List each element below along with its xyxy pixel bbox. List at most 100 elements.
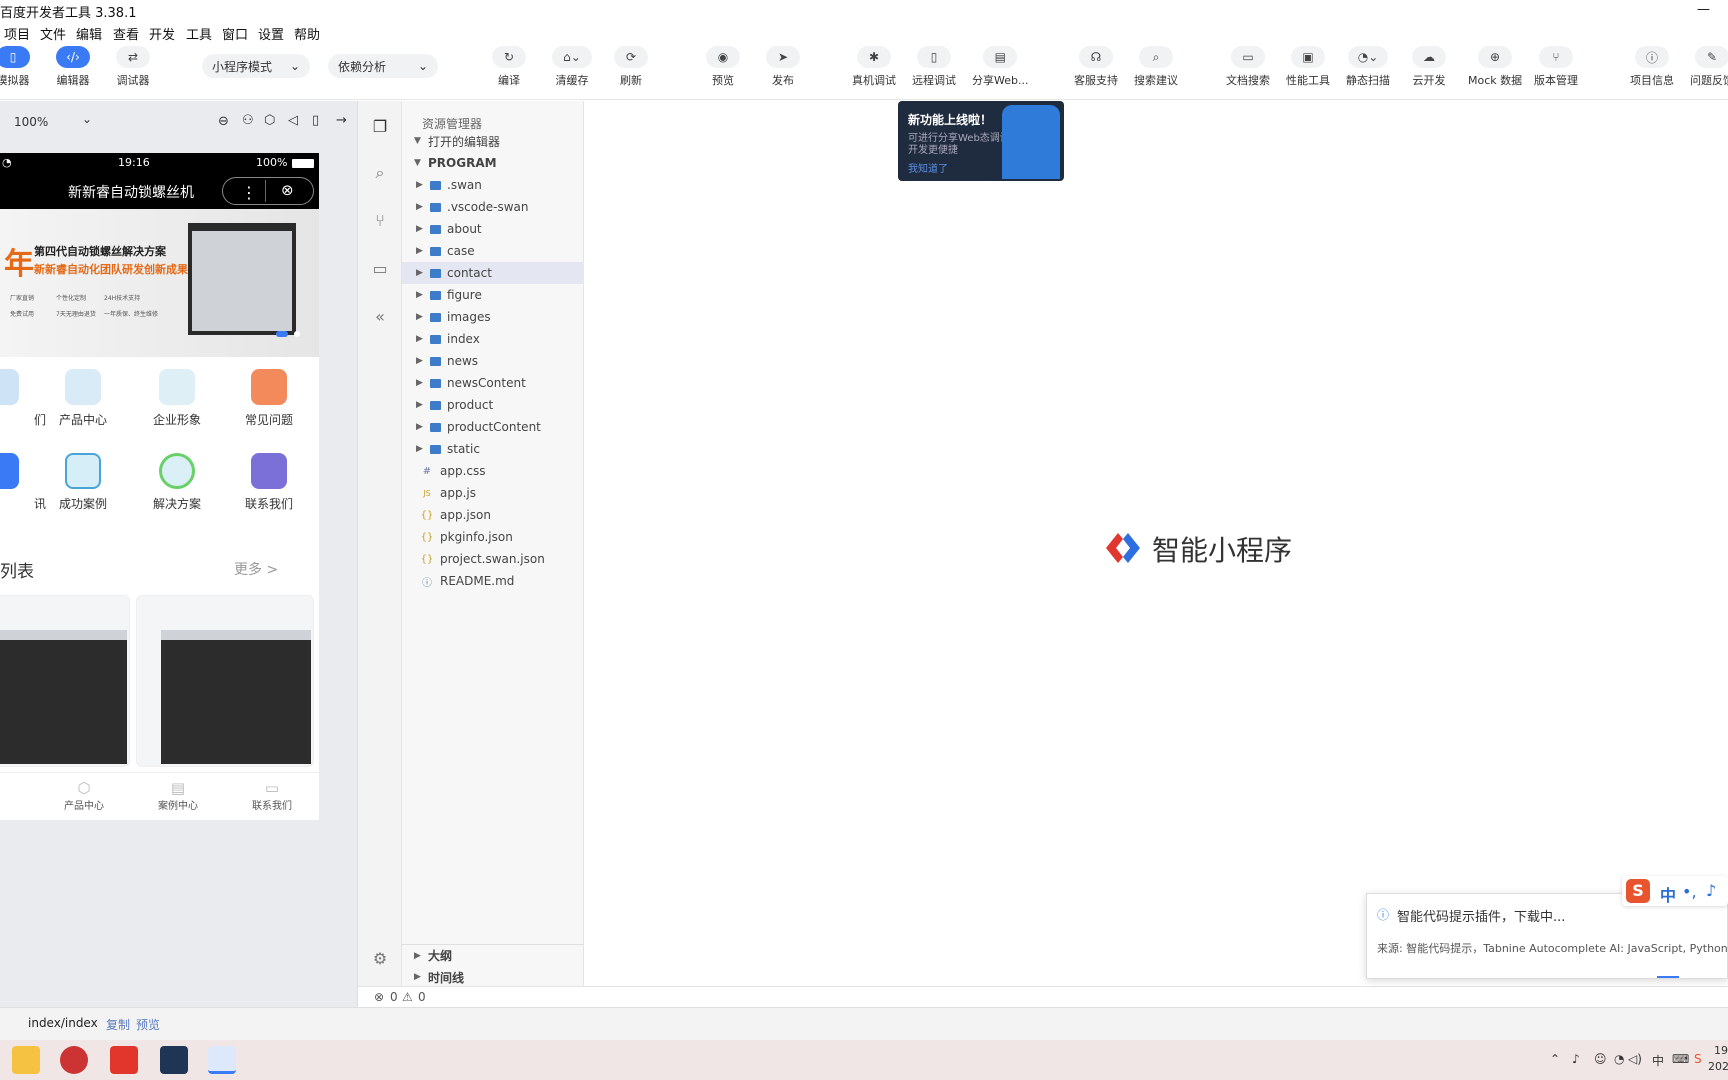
folder-images[interactable]: ▶ images xyxy=(402,306,584,328)
swan-devtools-icon[interactable] xyxy=(208,1046,236,1074)
product-card[interactable] xyxy=(0,595,130,767)
sound-icon[interactable]: ◁ xyxy=(288,113,298,128)
file-readme[interactable]: ⓘ README.md xyxy=(402,570,584,592)
grid-solutions[interactable]: 解决方案 xyxy=(132,453,222,512)
device-debug-button[interactable]: ✱ 真机调试 xyxy=(852,46,896,88)
folder-figure[interactable]: ▶ figure xyxy=(402,284,584,306)
more-icon[interactable]: ⋮ xyxy=(241,183,257,202)
folder-static[interactable]: ▶ static xyxy=(402,438,584,460)
folder-index[interactable]: ▶ index xyxy=(402,328,584,350)
folder-case[interactable]: ▶ case xyxy=(402,240,584,262)
punct-icon[interactable]: •, xyxy=(1682,882,1697,901)
timeline-header[interactable]: ▶ 时间线 xyxy=(402,966,584,988)
folder-contact[interactable]: ▶ contact xyxy=(402,262,584,284)
banner-carousel[interactable]: 年 第四代自动锁螺丝解决方案 新新睿自动化团队研发创新成果 厂家直销 个性化定制… xyxy=(0,209,319,357)
app-icon[interactable] xyxy=(60,1046,88,1074)
source-control-icon[interactable]: ⑂ xyxy=(370,211,390,231)
file-app-json[interactable]: {} app.json xyxy=(402,504,584,526)
arrow-right-icon[interactable]: → xyxy=(336,113,347,128)
perf-tools-button[interactable]: ▣ 性能工具 xyxy=(1286,46,1330,88)
preview-path-button[interactable]: 预览 xyxy=(136,1016,160,1033)
swan-icon[interactable]: « xyxy=(370,307,390,327)
project-info-button[interactable]: ⓘ 项目信息 xyxy=(1630,46,1674,88)
menu-help[interactable]: 帮助 xyxy=(294,24,320,43)
settings-gear-icon[interactable]: ⚙ xyxy=(370,949,390,969)
file-project-swan-json[interactable]: {} project.swan.json xyxy=(402,548,584,570)
debugger-button[interactable]: ⇄ 调试器 xyxy=(116,46,150,88)
preview-button[interactable]: ◉ 预览 xyxy=(706,46,740,88)
editor-button[interactable]: ‹/› 编辑器 xyxy=(56,46,90,88)
folder-news[interactable]: ▶ news xyxy=(402,350,584,372)
simulator-button[interactable]: ▯ 模拟器 xyxy=(0,46,30,88)
error-icon[interactable]: ⊗ xyxy=(374,990,384,1004)
grid-company-image[interactable]: 企业形象 xyxy=(132,369,222,428)
static-scan-button[interactable]: ◔⌄ 静态扫描 xyxy=(1346,46,1390,88)
tray-up-icon[interactable]: ⌃ xyxy=(1550,1052,1560,1066)
menu-file[interactable]: 文件 xyxy=(40,24,66,43)
clear-cache-button[interactable]: ⌂⌄ 清缓存 xyxy=(552,46,592,88)
volume-icon[interactable]: ◁) xyxy=(1628,1052,1642,1066)
tab-product-center[interactable]: ⬡ 产品中心 xyxy=(64,779,104,812)
error-count[interactable]: 0 xyxy=(390,990,398,1004)
debug-icon[interactable]: ▭ xyxy=(370,259,390,279)
sogou-tray-icon[interactable]: S xyxy=(1694,1052,1702,1066)
copy-path-button[interactable]: 复制 xyxy=(106,1016,130,1033)
chevron-down-icon[interactable]: ⌄ xyxy=(82,112,92,126)
capsule-button[interactable]: ⋮ ⊗ xyxy=(222,177,314,205)
close-circle-icon[interactable]: ⊗ xyxy=(281,181,294,199)
rotate-icon[interactable]: ▯ xyxy=(312,113,319,128)
refresh-button[interactable]: ⟳ 刷新 xyxy=(614,46,648,88)
more-link[interactable]: 更多 > xyxy=(234,559,278,579)
menu-develop[interactable]: 开发 xyxy=(149,24,175,43)
remote-debug-button[interactable]: ▯ 远程调试 xyxy=(912,46,956,88)
feedback-button[interactable]: ✎ 问题反馈 xyxy=(1690,46,1728,88)
mock-data-button[interactable]: ⊕ Mock 数据 xyxy=(1468,46,1522,88)
folder-vscode-swan[interactable]: ▶ .vscode-swan xyxy=(402,196,584,218)
penguin-icon[interactable]: ☺ xyxy=(1594,1052,1607,1066)
warning-count[interactable]: 0 xyxy=(418,990,426,1004)
version-button[interactable]: ⑂ 版本管理 xyxy=(1534,46,1578,88)
ime-indicator[interactable]: 中 xyxy=(1652,1052,1664,1069)
terminal-icon[interactable] xyxy=(160,1046,188,1074)
program-root-header[interactable]: ▼ PROGRAM xyxy=(402,152,584,174)
mic-icon[interactable]: ♪ xyxy=(1706,881,1716,900)
file-app-js[interactable]: JS app.js xyxy=(402,482,584,504)
open-editors-header[interactable]: ▼ 打开的编辑器 xyxy=(402,130,584,152)
folder-about[interactable]: ▶ about xyxy=(402,218,584,240)
menu-view[interactable]: 查看 xyxy=(113,24,139,43)
menu-project[interactable]: 项目 xyxy=(4,24,30,43)
box-icon[interactable]: ⬡ xyxy=(264,113,275,128)
folder-productcontent[interactable]: ▶ productContent xyxy=(402,416,584,438)
compile-button[interactable]: ↻ 编译 xyxy=(492,46,526,88)
folder-swan[interactable]: ▶ .swan xyxy=(402,174,584,196)
minimize-icon[interactable]: — xyxy=(1697,2,1710,17)
grid-faq[interactable]: 常见问题 xyxy=(224,369,314,428)
grid-product-center[interactable]: 产品中心 xyxy=(38,369,128,428)
menu-window[interactable]: 窗口 xyxy=(222,24,248,43)
folder-newscontent[interactable]: ▶ newsContent xyxy=(402,372,584,394)
cloud-dev-button[interactable]: ☁ 云开发 xyxy=(1412,46,1446,88)
warning-icon[interactable]: ⚠ xyxy=(402,990,413,1004)
dependency-select[interactable]: 依赖分析 ⌄ xyxy=(328,54,438,78)
file-explorer-icon[interactable] xyxy=(12,1046,40,1074)
share-web-button[interactable]: ▤ 分享Web... xyxy=(972,46,1028,88)
wps-icon[interactable] xyxy=(110,1046,138,1074)
product-card[interactable] xyxy=(136,595,314,767)
file-pkginfo-json[interactable]: {} pkginfo.json xyxy=(402,526,584,548)
sogou-icon[interactable]: S xyxy=(1626,879,1650,903)
tooltip-dismiss-link[interactable]: 我知道了 xyxy=(908,160,948,175)
ime-mode[interactable]: 中 xyxy=(1660,882,1676,906)
zoom-select[interactable]: 100% xyxy=(14,115,48,129)
mic-icon[interactable]: ♪ xyxy=(1572,1052,1580,1066)
grid-contact[interactable]: 联系我们 xyxy=(224,453,314,512)
menu-tools[interactable]: 工具 xyxy=(186,24,212,43)
search-icon[interactable]: ⌕ xyxy=(370,163,390,183)
doc-search-button[interactable]: ▭ 文档搜索 xyxy=(1226,46,1270,88)
grid-cases[interactable]: 成功案例 xyxy=(38,453,128,512)
outline-header[interactable]: ▶ 大纲 xyxy=(402,944,584,966)
clock-date[interactable]: 202 xyxy=(1708,1060,1728,1073)
link-icon[interactable]: ⊖ xyxy=(218,114,229,129)
menu-settings[interactable]: 设置 xyxy=(258,24,284,43)
tab-contact[interactable]: ▭ 联系我们 xyxy=(252,779,292,812)
folder-product[interactable]: ▶ product xyxy=(402,394,584,416)
